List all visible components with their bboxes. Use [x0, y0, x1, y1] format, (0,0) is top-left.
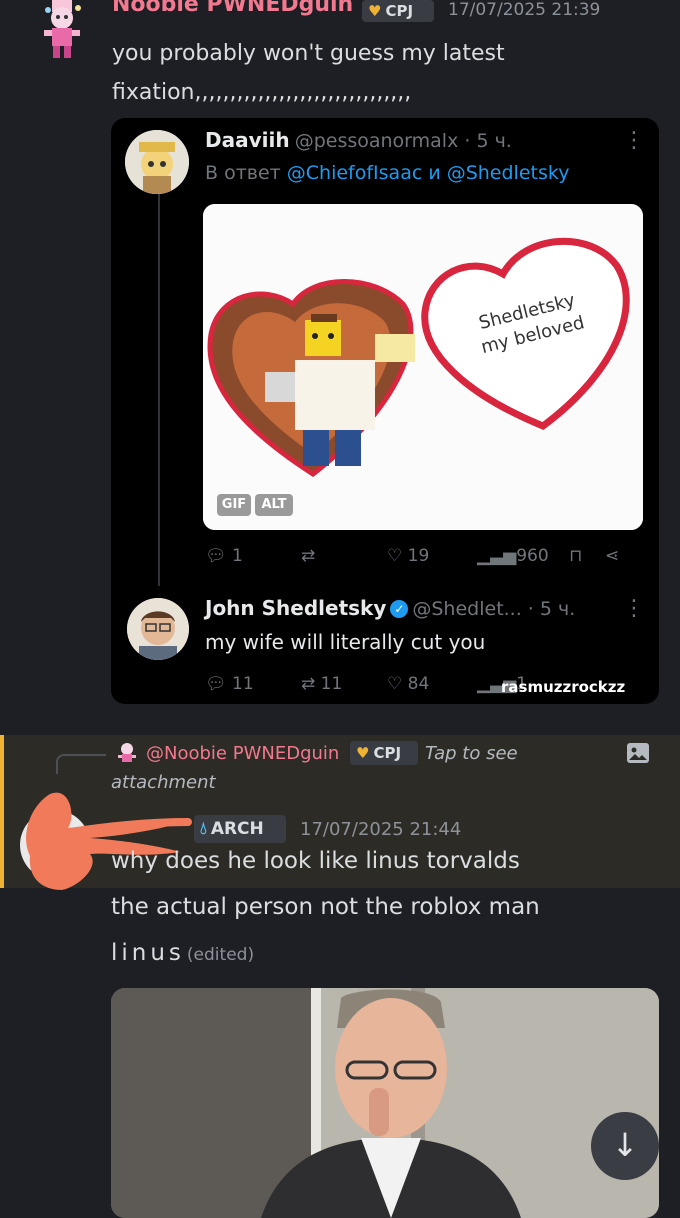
message-text: linus (edited) [111, 940, 254, 966]
reply-avatar[interactable] [116, 741, 138, 765]
message-line: you probably won't guess my latest [112, 41, 505, 66]
retweet-action[interactable]: ⇄ 11 [301, 674, 342, 694]
more-icon[interactable]: ⋮ [623, 128, 645, 153]
like-action[interactable]: ♡ 84 [387, 674, 429, 694]
retweet-icon: ⇄ [301, 674, 316, 694]
message-line: linus [111, 940, 185, 966]
clan-tag[interactable]: ♥ CPJ [350, 741, 418, 765]
reply-action[interactable]: 💬︎ 1 [205, 546, 243, 566]
reply-prefix: В ответ [205, 162, 287, 184]
tweet-avatar [127, 598, 189, 660]
redaction-scribble [26, 792, 192, 890]
reply-preview-text[interactable]: Tap to see [425, 743, 518, 764]
reply-action[interactable]: 💬︎ 11 [205, 674, 254, 694]
more-icon[interactable]: ⋮ [623, 596, 645, 621]
reply-count: 1 [232, 546, 243, 566]
author-name[interactable]: Noobie PWNEDguin [112, 0, 353, 17]
message-line: fixation,,,,,,,,,,,,,,,,,,,,,,,,,,,,,,, [112, 80, 412, 105]
author-avatar[interactable] [38, 0, 86, 62]
image-attachment[interactable]: Daaviih @pessoanormalx · 5 ч. ⋮ В ответ … [111, 118, 659, 704]
tweet-text: my wife will literally cut you [205, 630, 486, 654]
edited-label: (edited) [186, 945, 255, 965]
tweet-avatar [125, 130, 189, 194]
reply-context: В ответ @ChiefofIsaac и @Shedletsky [205, 162, 569, 184]
timestamp: 17/07/2025 21:44 [300, 819, 462, 840]
alt-badge[interactable]: ALT [255, 494, 293, 516]
reply-mentions[interactable]: @ChiefofIsaac и @Shedletsky [287, 162, 570, 184]
share-icon[interactable]: ⋖ [605, 546, 619, 566]
reply-author[interactable]: @Noobie PWNEDguin [146, 743, 339, 764]
tweet-author-handle: @Shedlet... · 5 ч. [412, 598, 576, 620]
image-icon [627, 743, 649, 763]
like-action[interactable]: ♡ 19 [387, 546, 429, 566]
thread-line [158, 188, 160, 586]
like-count: 19 [407, 546, 430, 566]
image-attachment[interactable] [111, 988, 659, 1218]
clan-tag-label: CPJ [373, 744, 402, 762]
highlight-bar [0, 735, 4, 888]
like-icon: ♡ [387, 546, 403, 566]
tweet-author-handle: @pessoanormalx · 5 ч. [294, 130, 512, 152]
retweet-icon[interactable]: ⇄ [301, 546, 315, 566]
clan-tag-label: CPJ [385, 2, 414, 20]
tweet-author-name[interactable]: Daaviih [205, 128, 290, 152]
drop-icon: 💧︎ [200, 819, 207, 839]
reply-connector [56, 754, 106, 774]
reply-count: 11 [232, 674, 254, 694]
message-text: you probably won't guess my latest fixat… [112, 34, 572, 112]
views-count: 960 [516, 546, 549, 566]
like-count: 84 [407, 674, 430, 694]
gif-media[interactable]: Shedletsky my beloved GIF ALT [203, 204, 643, 530]
heart-icon: ♥ [356, 744, 370, 762]
gif-badge: GIF [217, 494, 251, 516]
bookmark-icon[interactable]: ⊓ [569, 546, 582, 566]
views-icon: ▁▃▅ [477, 546, 517, 566]
tiktok-watermark: rasmuzzrockzz [501, 678, 626, 696]
verified-icon: ✓ [390, 600, 409, 618]
comment-icon: 💬︎ [205, 546, 227, 566]
views-action[interactable]: ▁▃▅960 [477, 546, 549, 566]
retweet-count: 11 [320, 674, 343, 694]
tweet-author-name[interactable]: John Shedletsky [205, 596, 386, 620]
timestamp: 17/07/2025 21:39 [448, 0, 601, 20]
arrow-down-icon: ↓ [611, 1126, 639, 1164]
scroll-to-bottom-button[interactable]: ↓ [591, 1112, 659, 1180]
message-text: why does he look like linus torvalds [111, 848, 520, 874]
message-text: the actual person not the roblox man [111, 894, 540, 920]
clan-tag[interactable]: 💧︎ ARCH [194, 815, 286, 843]
clan-tag[interactable]: ♥ CPJ [362, 0, 434, 22]
comment-icon: 💬︎ [205, 674, 227, 694]
heart-icon: ♥ [368, 2, 382, 20]
like-icon: ♡ [387, 674, 403, 694]
clan-tag-label: ARCH [210, 819, 264, 839]
